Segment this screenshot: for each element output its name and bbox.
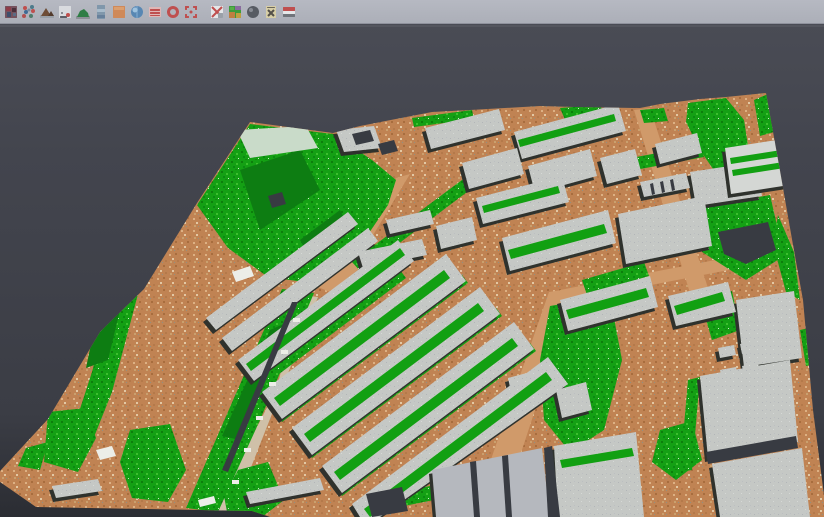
white-marks-region (269, 382, 276, 386)
mountain-button[interactable] (39, 4, 55, 20)
hill-icon (75, 4, 91, 20)
point-cloud-scene[interactable] (0, 0, 824, 517)
hill-button[interactable] (75, 4, 91, 20)
scatter-points-button[interactable] (21, 4, 37, 20)
clip-box-button[interactable] (209, 4, 225, 20)
clip-box-icon (209, 4, 225, 20)
layers-button[interactable] (281, 4, 297, 20)
point-cloud-button[interactable] (3, 4, 19, 20)
buildings-region (736, 291, 802, 367)
buildings-region (554, 432, 644, 517)
list-panel-button[interactable] (147, 4, 163, 20)
white-marks-region (244, 448, 251, 452)
mountain-icon (39, 4, 55, 20)
ring-icon (165, 4, 181, 20)
note-x-button[interactable] (263, 4, 279, 20)
point-cloud-icon (3, 4, 19, 20)
layers-icon (281, 4, 297, 20)
sphere-button[interactable] (245, 4, 261, 20)
scatter-points-icon (21, 4, 37, 20)
white-marks-region (232, 480, 239, 484)
white-marks-region (281, 350, 288, 354)
main-toolbar (0, 0, 824, 24)
classification-button[interactable] (227, 4, 243, 20)
globe-button[interactable] (129, 4, 145, 20)
orange-tile-icon (111, 4, 127, 20)
viewport-3d[interactable] (0, 0, 824, 517)
note-x-icon (263, 4, 279, 20)
app-window (0, 0, 824, 517)
list-panel-icon (147, 4, 163, 20)
white-marks-region (256, 416, 263, 420)
column-button[interactable] (93, 4, 109, 20)
ring-button[interactable] (165, 4, 181, 20)
classification-icon (227, 4, 243, 20)
globe-icon (129, 4, 145, 20)
ground-class-button[interactable] (57, 4, 73, 20)
ground-class-icon (57, 4, 73, 20)
sphere-icon (245, 4, 261, 20)
selection-icon (183, 4, 199, 20)
column-icon (93, 4, 109, 20)
orange-tile-button[interactable] (111, 4, 127, 20)
white-marks-region (293, 318, 300, 322)
toolbar-separator (0, 25, 824, 27)
vegetation-region (640, 108, 668, 123)
selection-button[interactable] (183, 4, 199, 20)
